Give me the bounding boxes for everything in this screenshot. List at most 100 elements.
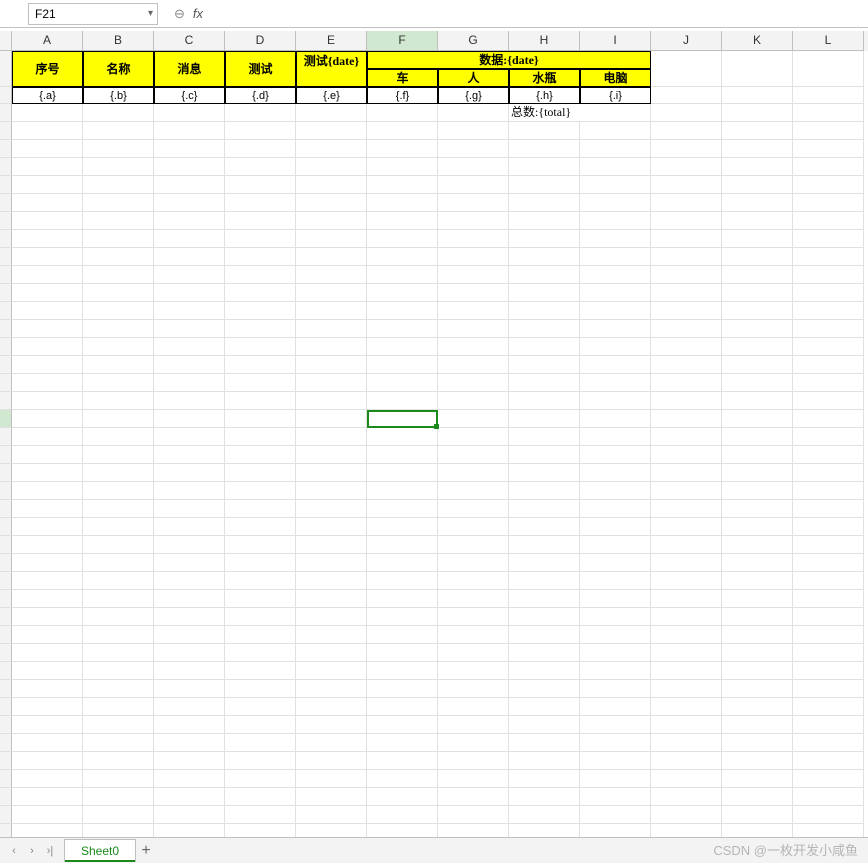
cell[interactable] xyxy=(722,140,793,158)
cell[interactable] xyxy=(154,392,225,410)
cell[interactable] xyxy=(580,770,651,788)
cell[interactable] xyxy=(651,662,722,680)
cell[interactable] xyxy=(225,752,296,770)
cell[interactable] xyxy=(296,482,367,500)
cell[interactable] xyxy=(296,806,367,824)
cell[interactable] xyxy=(367,122,438,140)
cell[interactable] xyxy=(793,266,864,284)
cell[interactable] xyxy=(367,752,438,770)
cell[interactable] xyxy=(225,320,296,338)
add-sheet-button[interactable]: + xyxy=(136,842,156,860)
row-header-active[interactable] xyxy=(0,410,12,428)
cell[interactable] xyxy=(722,176,793,194)
cell[interactable] xyxy=(296,680,367,698)
cell[interactable] xyxy=(83,248,154,266)
cell[interactable] xyxy=(722,87,793,104)
cell[interactable] xyxy=(509,194,580,212)
cell[interactable] xyxy=(651,194,722,212)
cell[interactable] xyxy=(12,644,83,662)
cell[interactable] xyxy=(154,662,225,680)
cell[interactable] xyxy=(296,248,367,266)
cell[interactable] xyxy=(83,392,154,410)
cell[interactable] xyxy=(83,824,154,837)
cell[interactable] xyxy=(83,356,154,374)
cell[interactable] xyxy=(225,140,296,158)
sheet-tab-active[interactable]: Sheet0 xyxy=(64,839,136,862)
cell[interactable] xyxy=(651,644,722,662)
cell[interactable] xyxy=(580,158,651,176)
cell[interactable] xyxy=(580,572,651,590)
cell[interactable] xyxy=(651,248,722,266)
cell[interactable] xyxy=(296,518,367,536)
cell[interactable] xyxy=(83,518,154,536)
cell[interactable] xyxy=(509,284,580,302)
cell[interactable] xyxy=(154,428,225,446)
row-header[interactable] xyxy=(0,194,12,212)
cell[interactable] xyxy=(793,518,864,536)
cell[interactable] xyxy=(367,176,438,194)
cell[interactable] xyxy=(12,140,83,158)
cell[interactable] xyxy=(296,824,367,837)
cell[interactable] xyxy=(225,734,296,752)
cell[interactable] xyxy=(225,302,296,320)
cell[interactable] xyxy=(438,392,509,410)
nav-next-icon[interactable]: › xyxy=(24,843,40,859)
cell[interactable] xyxy=(651,446,722,464)
cell[interactable] xyxy=(154,824,225,837)
cell[interactable] xyxy=(722,410,793,428)
cell[interactable] xyxy=(367,716,438,734)
cell[interactable] xyxy=(651,770,722,788)
cell[interactable] xyxy=(367,698,438,716)
cell[interactable] xyxy=(438,176,509,194)
cell[interactable] xyxy=(296,284,367,302)
cell[interactable] xyxy=(154,176,225,194)
cell[interactable] xyxy=(722,590,793,608)
cell[interactable] xyxy=(722,644,793,662)
cell[interactable] xyxy=(296,176,367,194)
cell[interactable] xyxy=(580,590,651,608)
col-header-C[interactable]: C xyxy=(154,31,225,51)
cell[interactable] xyxy=(509,446,580,464)
cell[interactable] xyxy=(83,788,154,806)
cell[interactable] xyxy=(580,374,651,392)
cell[interactable] xyxy=(509,626,580,644)
cell[interactable] xyxy=(793,320,864,338)
cell[interactable] xyxy=(722,374,793,392)
cell[interactable] xyxy=(154,320,225,338)
cell[interactable] xyxy=(793,734,864,752)
cell[interactable] xyxy=(722,51,793,87)
cell[interactable] xyxy=(367,572,438,590)
cell[interactable] xyxy=(154,284,225,302)
cell[interactable] xyxy=(83,644,154,662)
cell[interactable] xyxy=(651,716,722,734)
cell[interactable] xyxy=(154,806,225,824)
cell[interactable] xyxy=(793,122,864,140)
cell[interactable] xyxy=(296,374,367,392)
cell[interactable] xyxy=(509,122,580,140)
cell[interactable] xyxy=(12,158,83,176)
cell[interactable] xyxy=(509,158,580,176)
cell[interactable] xyxy=(154,644,225,662)
cell[interactable] xyxy=(154,410,225,428)
cell[interactable] xyxy=(580,536,651,554)
cell[interactable] xyxy=(509,806,580,824)
cell[interactable] xyxy=(154,194,225,212)
cell[interactable] xyxy=(580,302,651,320)
cell[interactable] xyxy=(83,482,154,500)
formula-input[interactable] xyxy=(213,3,868,25)
cell[interactable] xyxy=(367,518,438,536)
cell[interactable] xyxy=(580,410,651,428)
cell[interactable] xyxy=(438,446,509,464)
cell-e[interactable]: {.e} xyxy=(296,87,367,104)
col-header-L[interactable]: L xyxy=(793,31,864,51)
cell[interactable] xyxy=(438,590,509,608)
cell[interactable] xyxy=(651,410,722,428)
col-header-I[interactable]: I xyxy=(580,31,651,51)
cell[interactable] xyxy=(438,410,509,428)
cell[interactable] xyxy=(438,572,509,590)
cell[interactable] xyxy=(12,680,83,698)
cell[interactable] xyxy=(438,626,509,644)
cell[interactable] xyxy=(83,212,154,230)
cell[interactable] xyxy=(793,230,864,248)
cell[interactable] xyxy=(83,680,154,698)
